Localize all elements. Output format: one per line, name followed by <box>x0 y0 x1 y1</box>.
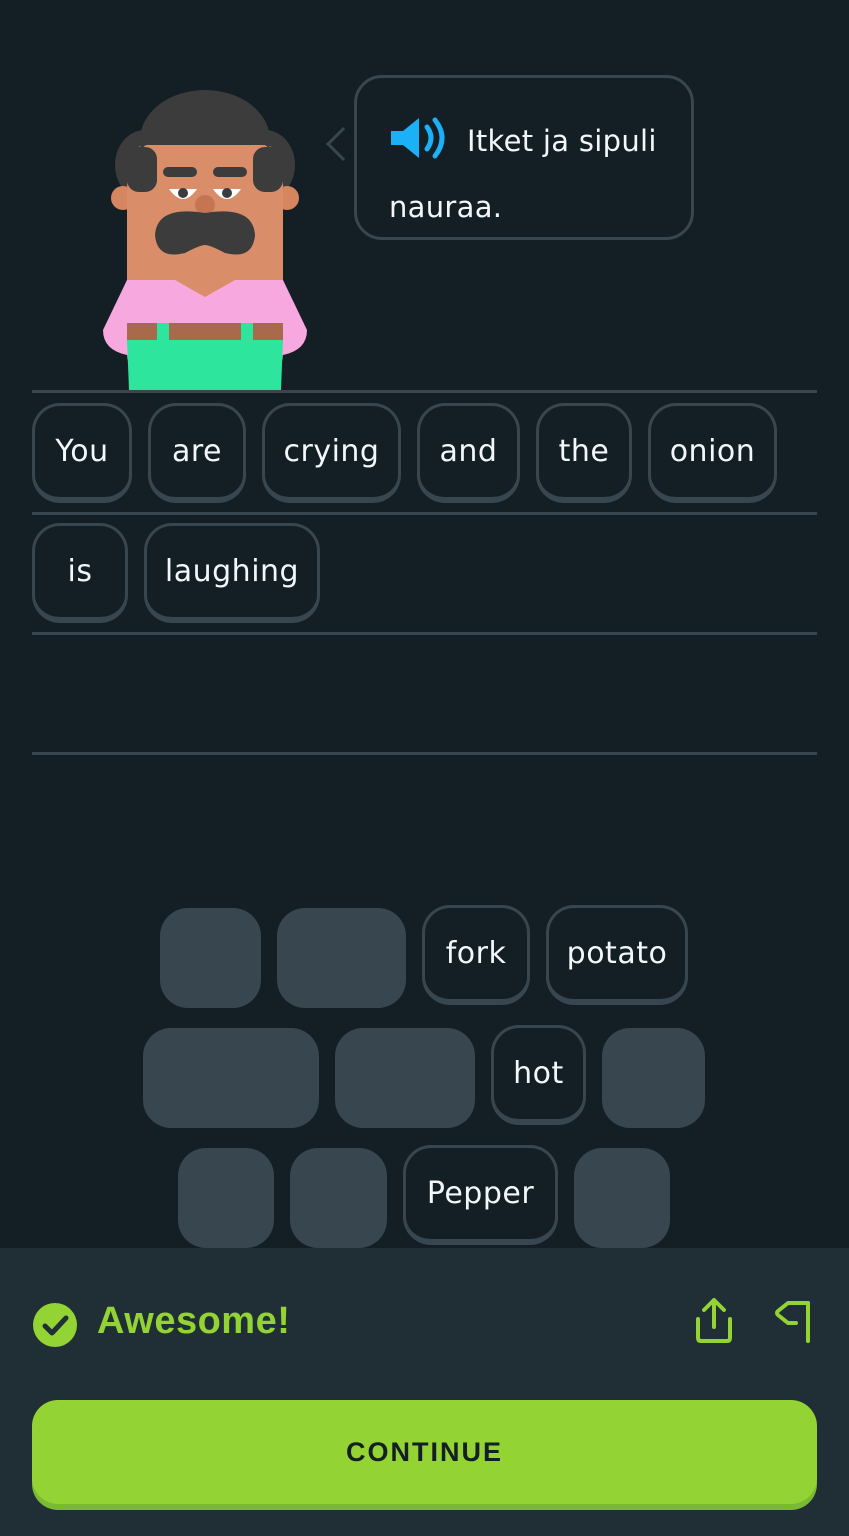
word-bank-empty-slot <box>160 908 261 1008</box>
check-circle-icon <box>33 1303 77 1347</box>
speech-bubble: Itket ja sipuli nauraa. <box>354 75 694 240</box>
word-bank-tile[interactable]: Pepper <box>403 1145 558 1245</box>
answer-word-tile[interactable]: and <box>417 403 520 503</box>
answer-word-tile[interactable]: laughing <box>144 523 320 623</box>
feedback-message: Awesome! <box>97 1300 291 1342</box>
answer-word-tile[interactable]: the <box>536 403 632 503</box>
word-bank-tile[interactable]: fork <box>422 905 530 1005</box>
answer-word-tile[interactable]: are <box>148 403 246 503</box>
word-bank-empty-slot <box>290 1148 387 1248</box>
share-icon[interactable] <box>693 1297 735 1345</box>
answer-line-1 <box>32 390 817 393</box>
answer-word-tile[interactable]: is <box>32 523 128 623</box>
answer-line-2 <box>32 512 817 515</box>
word-bank-empty-slot <box>178 1148 274 1248</box>
word-bank-empty-slot <box>574 1148 670 1248</box>
flag-icon[interactable] <box>774 1297 814 1345</box>
answer-word-tile[interactable]: onion <box>648 403 777 503</box>
prompt-sentence-container: Itket ja sipuli nauraa. <box>389 113 674 235</box>
word-bank-empty-slot <box>335 1028 475 1128</box>
answer-word-tile[interactable]: You <box>32 403 132 503</box>
answer-word-tile[interactable]: crying <box>262 403 401 503</box>
word-bank-empty-slot <box>277 908 406 1008</box>
word-bank-empty-slot <box>602 1028 705 1128</box>
answer-line-3 <box>32 632 817 635</box>
continue-button[interactable]: CONTINUE <box>32 1400 817 1504</box>
character-illustration <box>103 90 307 390</box>
word-bank-tile[interactable]: hot <box>491 1025 586 1125</box>
word-bank-empty-slot <box>143 1028 319 1128</box>
word-bank-tile[interactable]: potato <box>546 905 688 1005</box>
answer-line-4 <box>32 752 817 755</box>
speaker-icon[interactable] <box>389 115 453 179</box>
